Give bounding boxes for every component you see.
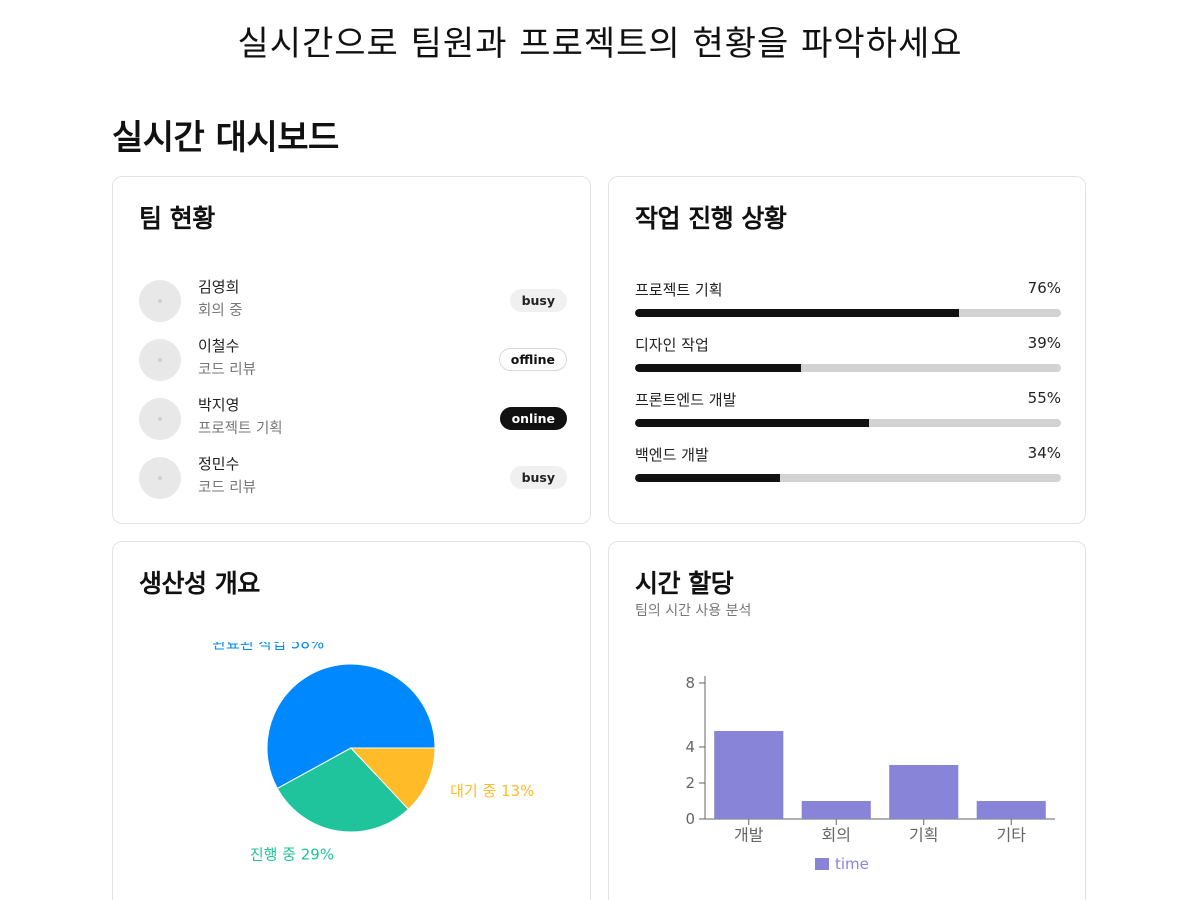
progress-percent: 76% — [1027, 279, 1061, 297]
productivity-card: 생산성 개요 완료된 작업 58% 진행 중 29% 대기 중 13% — [112, 541, 591, 900]
member-name: 정민수 — [198, 455, 240, 473]
legend-swatch — [815, 858, 829, 870]
progress-item: 백엔드 개발 34% — [635, 444, 1061, 484]
progress-bar-fill — [635, 474, 780, 482]
team-member: 박지영 프로젝트 기획 online — [139, 394, 567, 444]
pie-slice-label: 대기 중 13% — [450, 782, 534, 800]
bar — [976, 801, 1046, 819]
progress-item: 디자인 작업 39% — [635, 334, 1061, 374]
progress-percent: 39% — [1027, 334, 1061, 352]
progress-bar-fill — [635, 309, 959, 317]
x-tick-label: 기획 — [909, 826, 938, 845]
progress-label: 프론트엔드 개발 — [635, 391, 737, 409]
team-member: 정민수 코드 리뷰 busy — [139, 453, 567, 503]
time-allocation-card: 시간 할당 팀의 시간 사용 분석 0 2 4 8 개발 회의 기획 기타 time — [608, 541, 1086, 900]
team-status-card: 팀 현황 김영희 회의 중 busy 이철수 코드 리뷰 offline 박지영… — [112, 176, 591, 524]
y-tick-label: 2 — [685, 774, 695, 792]
progress-bar — [635, 309, 1061, 317]
member-name: 이철수 — [198, 337, 240, 355]
member-activity: 코드 리뷰 — [198, 480, 256, 496]
legend-label: time — [835, 855, 869, 873]
member-activity: 프로젝트 기획 — [198, 421, 283, 437]
status-badge: busy — [509, 466, 567, 489]
progress-bar-fill — [635, 364, 802, 372]
member-activity: 코드 리뷰 — [198, 362, 256, 378]
bar — [801, 801, 871, 819]
bar — [714, 731, 784, 819]
team-member: 이철수 코드 리뷰 offline — [139, 335, 567, 385]
y-tick-label: 0 — [685, 810, 695, 828]
progress-bar — [635, 364, 1061, 372]
time-allocation-subtitle: 팀의 시간 사용 분석 — [635, 603, 752, 619]
x-tick-label: 기타 — [997, 826, 1027, 845]
progress-percent: 55% — [1027, 389, 1061, 407]
progress-item: 프로젝트 기획 76% — [635, 279, 1061, 319]
time-allocation-title: 시간 할당 — [635, 569, 734, 598]
status-badge: busy — [509, 289, 567, 312]
productivity-pie-chart: 완료된 작업 58% 진행 중 29% 대기 중 13% — [212, 642, 534, 864]
team-status-title: 팀 현황 — [139, 204, 215, 233]
progress-bar — [635, 474, 1061, 482]
y-tick-label: 4 — [685, 738, 695, 756]
avatar — [139, 339, 181, 381]
time-allocation-bar-chart: 0 2 4 8 개발 회의 기획 기타 time — [685, 674, 1055, 873]
status-badge: offline — [498, 348, 567, 371]
progress-label: 디자인 작업 — [635, 336, 709, 354]
dashboard-title: 실시간 대시보드 — [112, 118, 339, 158]
progress-item: 프론트엔드 개발 55% — [635, 389, 1061, 429]
pie-slice-label: 진행 중 29% — [250, 846, 334, 864]
avatar — [139, 280, 181, 322]
progress-bar-fill — [635, 419, 870, 427]
pie-slice-label: 완료된 작업 58% — [212, 642, 324, 652]
team-member: 김영희 회의 중 busy — [139, 276, 567, 326]
productivity-title: 생산성 개요 — [139, 569, 260, 598]
avatar — [139, 398, 181, 440]
x-tick-label: 회의 — [822, 826, 851, 845]
y-tick-label: 8 — [685, 674, 695, 692]
task-progress-card: 작업 진행 상황 프로젝트 기획 76% 디자인 작업 39% 프론트엔드 개발… — [608, 176, 1086, 524]
task-progress-title: 작업 진행 상황 — [635, 204, 787, 233]
x-tick-label: 개발 — [734, 826, 764, 845]
member-name: 박지영 — [198, 396, 240, 414]
progress-percent: 34% — [1027, 444, 1061, 462]
progress-label: 프로젝트 기획 — [635, 281, 723, 299]
bar — [889, 765, 959, 819]
progress-bar — [635, 419, 1061, 427]
member-name: 김영희 — [198, 278, 240, 296]
avatar — [139, 457, 181, 499]
progress-label: 백엔드 개발 — [635, 446, 709, 464]
page-headline: 실시간으로 팀원과 프로젝트의 현황을 파악하세요 — [237, 24, 963, 64]
status-badge: online — [499, 407, 567, 430]
member-activity: 회의 중 — [198, 303, 243, 319]
